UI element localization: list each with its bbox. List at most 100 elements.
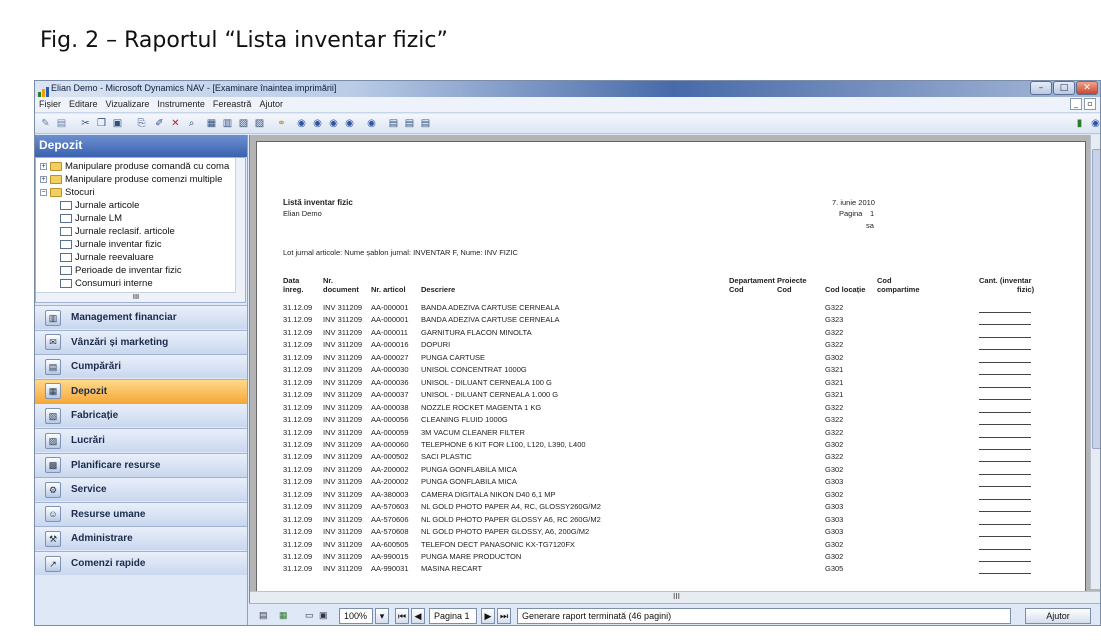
edit-icon[interactable]: ✐ bbox=[153, 117, 166, 130]
zoom-field[interactable]: 100% bbox=[339, 608, 373, 624]
report-cell: AA-000037 bbox=[371, 390, 409, 400]
attach-icon[interactable]: ⎘ bbox=[135, 117, 148, 130]
nav-button-ledger[interactable]: ▥ Management financiar bbox=[35, 305, 247, 329]
menu-item-5[interactable]: Ajutor bbox=[259, 99, 283, 109]
report-cell: 31.12.09 bbox=[283, 439, 313, 449]
zoom-dropdown-icon[interactable]: ▾ bbox=[375, 608, 389, 624]
list-icon[interactable]: ▦ bbox=[205, 117, 218, 130]
minimize-button[interactable]: – bbox=[1030, 81, 1052, 95]
two-page-icon[interactable]: ▣ bbox=[319, 608, 335, 624]
page-field[interactable]: Pagina 1 bbox=[429, 608, 477, 624]
preview-horizontal-scrollbar[interactable]: III bbox=[250, 591, 1100, 603]
report-cell: 31.12.09 bbox=[283, 502, 313, 512]
one-page-icon[interactable]: ▭ bbox=[305, 608, 317, 624]
first-page-button[interactable]: ⏮ bbox=[395, 608, 409, 624]
tree-item[interactable]: Jurnale reclasif. articole bbox=[60, 225, 175, 238]
previous-page-button[interactable]: ◀ bbox=[411, 608, 425, 624]
tree-item[interactable]: + Manipulare produse comandă cu coma bbox=[40, 160, 229, 173]
first-record-icon[interactable]: ◉ bbox=[295, 117, 308, 130]
menu-item-3[interactable]: Instrumente bbox=[157, 99, 205, 109]
expand-icon[interactable]: + bbox=[40, 163, 47, 170]
nav-button-label: Fabricație bbox=[71, 410, 119, 422]
menu-item-1[interactable]: Editare bbox=[69, 99, 98, 109]
print-button-icon[interactable]: ▤ bbox=[259, 608, 275, 624]
planning-icon: ▩ bbox=[45, 457, 61, 474]
report-filter: Lot jurnal articole: Nume șablon jurnal:… bbox=[283, 248, 518, 257]
menu-item-2[interactable]: Vizualizare bbox=[106, 99, 150, 109]
report-cell: BANDA ADEZIVA CARTUSE CERNEALA bbox=[421, 303, 560, 312]
refresh-icon[interactable]: ◉ bbox=[365, 117, 378, 130]
report-icon[interactable]: ▤ bbox=[387, 117, 400, 130]
sort-icon[interactable]: ▨ bbox=[253, 117, 266, 130]
journal-icon bbox=[60, 279, 72, 288]
delete-icon[interactable]: ✕ bbox=[169, 117, 182, 130]
nav-button-service[interactable]: ⚙ Service bbox=[35, 477, 247, 502]
print-icon[interactable]: ▤ bbox=[55, 117, 68, 130]
copy-icon[interactable]: ❐ bbox=[95, 117, 108, 130]
menu-item-0[interactable]: Fișier bbox=[39, 99, 61, 109]
last-record-icon[interactable]: ◉ bbox=[343, 117, 356, 130]
report-cell: INV 311209 bbox=[323, 327, 363, 337]
filter-icon[interactable]: ▧ bbox=[237, 117, 250, 130]
nav-button-warehouse[interactable]: ▦ Depozit bbox=[35, 378, 247, 403]
tree-item[interactable]: Jurnale reevaluare bbox=[60, 251, 154, 264]
nav-button-admin[interactable]: ⚒ Administrare bbox=[35, 526, 247, 551]
nav-button-purchase[interactable]: ▤ Cumpărări bbox=[35, 354, 247, 379]
tree-item[interactable]: Perioade de inventar fizic bbox=[60, 264, 182, 277]
expand-icon[interactable]: + bbox=[40, 176, 47, 183]
tree-item[interactable]: Jurnale LM bbox=[60, 212, 122, 225]
collapse-icon[interactable]: − bbox=[40, 189, 47, 196]
previous-record-icon[interactable]: ◉ bbox=[311, 117, 324, 130]
paste-icon[interactable]: ▣ bbox=[111, 117, 124, 130]
report-cell: INV 311209 bbox=[323, 514, 363, 524]
col-dept-1: Departament bbox=[729, 276, 775, 285]
quantity-entry-line bbox=[979, 473, 1031, 475]
cut-icon[interactable]: ✂ bbox=[79, 117, 92, 130]
help-button[interactable]: Ajutor bbox=[1025, 608, 1091, 624]
nav-button-hr[interactable]: ☺ Resurse umane bbox=[35, 501, 247, 526]
report-cell: INV 311209 bbox=[323, 452, 363, 462]
link-icon[interactable]: ⚭ bbox=[275, 117, 288, 130]
report-3-icon[interactable]: ▤ bbox=[419, 117, 432, 130]
tree-horizontal-scrollbar[interactable]: III bbox=[36, 292, 236, 302]
nav-button-planning[interactable]: ▩ Planificare resurse bbox=[35, 452, 247, 477]
quantity-entry-line bbox=[979, 374, 1031, 376]
preview-vertical-scrollbar[interactable] bbox=[1090, 135, 1100, 589]
last-page-button[interactable]: ⏭ bbox=[497, 608, 511, 624]
tree-item[interactable]: Consumuri interne bbox=[60, 277, 153, 290]
menu-item-4[interactable]: Fereastră bbox=[213, 99, 252, 109]
mdi-minimize-icon[interactable]: _ bbox=[1070, 98, 1082, 110]
report-cell: MASINA RECART bbox=[421, 564, 483, 574]
maximize-button[interactable]: □ bbox=[1053, 81, 1075, 95]
report-cell: AA-000060 bbox=[371, 439, 409, 449]
help-icon[interactable]: ◉ bbox=[1089, 117, 1100, 130]
report-cell: AA-570603 bbox=[371, 502, 409, 512]
tree-item[interactable]: Jurnale articole bbox=[60, 199, 139, 212]
report-title: Listă inventar fizic bbox=[283, 198, 353, 207]
report-cell: 31.12.09 bbox=[283, 452, 313, 462]
report-2-icon[interactable]: ▤ bbox=[403, 117, 416, 130]
next-record-icon[interactable]: ◉ bbox=[327, 117, 340, 130]
tree-vertical-scrollbar[interactable] bbox=[235, 158, 245, 302]
find-icon[interactable]: ⌕ bbox=[185, 117, 198, 130]
report-cell: INV 311209 bbox=[323, 390, 363, 400]
card-icon[interactable]: ▥ bbox=[221, 117, 234, 130]
export-button-icon[interactable]: ▦ bbox=[279, 608, 295, 624]
report-cell: 31.12.09 bbox=[283, 539, 313, 549]
nav-button-shortcut[interactable]: ↗ Comenzi rapide bbox=[35, 551, 247, 575]
nav-button-factory[interactable]: ▧ Fabricație bbox=[35, 403, 247, 428]
nav-button-sales[interactable]: ✉ Vânzări și marketing bbox=[35, 329, 247, 354]
close-button[interactable]: ✕ bbox=[1076, 81, 1098, 95]
next-page-button[interactable]: ▶ bbox=[481, 608, 495, 624]
report-cell: INV 311209 bbox=[323, 315, 363, 325]
tree-item[interactable]: Jurnale inventar fizic bbox=[60, 238, 162, 251]
report-cell: G303 bbox=[825, 527, 844, 537]
jobs-icon: ▨ bbox=[45, 432, 61, 449]
tree-item[interactable]: + Manipulare produse comenzi multiple bbox=[40, 173, 222, 186]
nav-button-jobs[interactable]: ▨ Lucrări bbox=[35, 428, 247, 452]
quantity-entry-line bbox=[979, 424, 1031, 426]
tree-item[interactable]: − Stocuri bbox=[40, 186, 95, 199]
mdi-restore-icon[interactable]: ▫ bbox=[1084, 98, 1096, 110]
new-icon[interactable]: ✎ bbox=[39, 117, 52, 130]
report-cell: INV 311209 bbox=[323, 352, 363, 362]
